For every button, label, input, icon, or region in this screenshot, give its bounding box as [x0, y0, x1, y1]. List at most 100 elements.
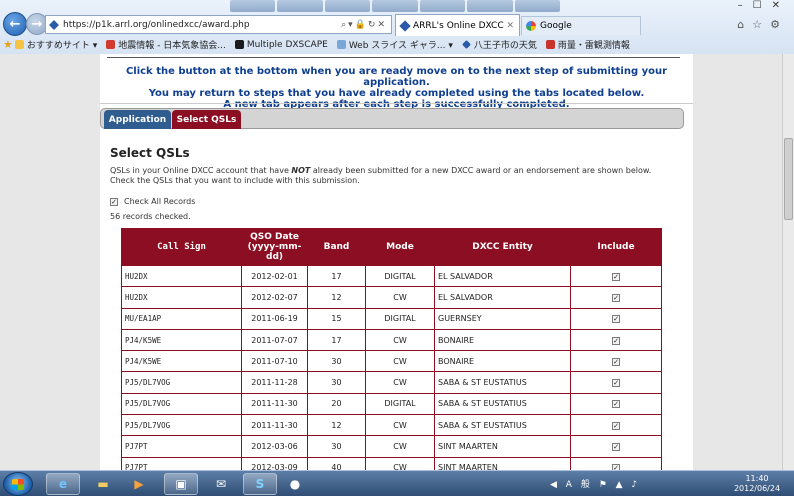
close-tab-icon[interactable]: ✕: [506, 21, 514, 31]
diamond-favicon-icon: [399, 19, 411, 32]
cell-call-sign: PJ4/K5WE: [121, 328, 242, 352]
favorite-item[interactable]: Web スライス ギャラ... ▾: [336, 38, 453, 51]
favorite-item[interactable]: 八王子市の天気: [461, 38, 537, 51]
start-button[interactable]: [3, 472, 33, 496]
favorites-star-icon[interactable]: ★: [3, 38, 13, 51]
cell-include: ✓: [570, 435, 662, 458]
cell-mode: CW: [365, 328, 435, 352]
cell-mode: CW: [365, 456, 435, 470]
step-tabs: Application Select QSLs: [100, 108, 684, 129]
table-header-row: Call Sign QSO Date (yyyy-mm-dd) Band Mod…: [121, 228, 662, 266]
taskbar-mail[interactable]: ✉: [204, 473, 238, 495]
cell-call-sign: PJ4/K5WE: [121, 350, 242, 373]
include-checkbox[interactable]: ✓: [612, 357, 620, 366]
cell-call-sign: HU2DX: [121, 286, 242, 309]
cell-qso-date: 2011-07-07: [241, 328, 308, 352]
windows-logo-icon: [12, 479, 24, 490]
check-all-checkbox[interactable]: ✓: [110, 197, 118, 206]
header-dxcc-entity: DXCC Entity: [434, 228, 571, 266]
star-icon[interactable]: ☆: [752, 18, 770, 31]
cell-call-sign: HU2DX: [121, 264, 242, 288]
site-icon: [545, 40, 555, 49]
cell-band: 30: [307, 435, 366, 458]
cell-mode: CW: [365, 414, 435, 437]
records-checked-count: 56 records checked.: [110, 212, 191, 221]
clock[interactable]: 11:40 2012/06/24: [727, 474, 787, 494]
cell-qso-date: 2012-03-06: [241, 435, 308, 458]
ime-indicator[interactable]: A 般: [566, 480, 593, 490]
header-mode: Mode: [365, 228, 435, 266]
taskbar-globe[interactable]: ●: [278, 473, 312, 495]
divider: [100, 103, 693, 104]
favorite-item[interactable]: Multiple DXSCAPE: [234, 40, 328, 50]
include-checkbox[interactable]: ✓: [612, 336, 620, 345]
page-content: Click the button at the bottom when you …: [100, 54, 693, 470]
page-viewport: Click the button at the bottom when you …: [0, 54, 782, 470]
browser-chrome: –☐✕ ← → https://p1k.arrl.org/onlinedxcc/…: [0, 0, 794, 54]
address-bar[interactable]: https://p1k.arrl.org/onlinedxcc/award.ph…: [45, 15, 392, 34]
check-all-records[interactable]: ✓ Check All Records: [110, 197, 195, 206]
cell-mode: DIGITAL: [365, 264, 435, 288]
system-tray[interactable]: ◀ A 般 ⚑ ▲ ♪: [550, 477, 640, 490]
cell-qso-date: 2011-07-10: [241, 350, 308, 373]
favorite-item[interactable]: 雨量・雷観測情報: [545, 38, 630, 51]
include-checkbox[interactable]: ✓: [612, 272, 620, 281]
cell-band: 12: [307, 286, 366, 309]
app-icon: ▣: [175, 477, 187, 491]
skype-icon: S: [255, 477, 265, 491]
cell-dxcc-entity: SABA & ST EUSTATIUS: [434, 371, 571, 394]
address-tools-icon[interactable]: ⌕▾🔒↻✕: [341, 20, 387, 30]
include-checkbox[interactable]: ✓: [612, 443, 620, 452]
site-icon: [234, 40, 244, 49]
include-checkbox[interactable]: ✓: [612, 315, 620, 324]
gear-icon[interactable]: ⚙: [770, 18, 788, 31]
home-icon[interactable]: ⌂: [737, 18, 752, 31]
cell-mode: CW: [365, 350, 435, 373]
cell-include: ✓: [570, 392, 662, 416]
cell-call-sign: PJ7PT: [121, 435, 242, 458]
cell-include: ✓: [570, 350, 662, 373]
site-icon: [106, 40, 116, 49]
divider: [107, 57, 680, 58]
tab-label: ARRL's Online DXCC: [413, 20, 504, 31]
table-row: PJ4/K5WE 2011-07-07 17 CW BONAIRE ✓: [121, 328, 662, 352]
tab-select-qsls[interactable]: Select QSLs: [172, 110, 241, 129]
instruction-line: Click the button at the bottom when you …: [125, 66, 668, 88]
url-text[interactable]: https://p1k.arrl.org/onlinedxcc/award.ph…: [63, 20, 250, 30]
mail-icon: ✉: [215, 477, 227, 491]
cell-include: ✓: [570, 414, 662, 437]
cell-dxcc-entity: EL SALVADOR: [434, 286, 571, 309]
tab-arrl-online-dxcc[interactable]: ARRL's Online DXCC ✕: [395, 14, 520, 36]
include-checkbox[interactable]: ✓: [612, 400, 620, 409]
cell-dxcc-entity: SABA & ST EUSTATIUS: [434, 414, 571, 437]
scrollbar-thumb[interactable]: [784, 138, 793, 220]
favorite-item[interactable]: おすすめサイト ▾: [14, 38, 97, 51]
vertical-scrollbar[interactable]: [782, 54, 794, 470]
taskbar-explorer[interactable]: ▬: [86, 473, 120, 495]
cell-qso-date: 2012-03-09: [241, 456, 308, 470]
taskbar-skype[interactable]: S: [243, 473, 277, 495]
include-checkbox[interactable]: ✓: [612, 421, 620, 430]
cell-band: 30: [307, 371, 366, 394]
include-checkbox[interactable]: ✓: [612, 293, 620, 302]
back-button[interactable]: ←: [3, 12, 27, 36]
table-row: MU/EA1AP 2011-06-19 15 DIGITAL GUERNSEY ✓: [121, 307, 662, 330]
cell-band: 40: [307, 456, 366, 470]
include-checkbox[interactable]: ✓: [612, 379, 620, 388]
qsl-table-body: HU2DX 2012-02-01 17 DIGITAL EL SALVADOR ✓ HU2D…: [121, 264, 662, 470]
cell-mode: CW: [365, 286, 435, 309]
tab-label: Google: [540, 21, 572, 31]
favorite-item[interactable]: 地震情報 - 日本気象協会...: [106, 38, 226, 51]
cell-dxcc-entity: BONAIRE: [434, 328, 571, 352]
taskbar-app[interactable]: ▣: [164, 473, 198, 495]
cell-include: ✓: [570, 307, 662, 330]
tab-google[interactable]: Google: [521, 16, 641, 35]
tab-application[interactable]: Application: [104, 110, 171, 129]
taskbar-media[interactable]: ▶: [122, 473, 156, 495]
google-favicon-icon: [526, 21, 536, 31]
ie-icon: e: [58, 477, 68, 491]
taskbar-ie[interactable]: e: [46, 473, 80, 495]
window-controls[interactable]: –☐✕: [738, 0, 790, 11]
table-row: PJ7PT 2012-03-09 40 CW SINT MAARTEN ✓: [121, 456, 662, 470]
browser-tools[interactable]: ⌂☆⚙: [737, 18, 788, 31]
